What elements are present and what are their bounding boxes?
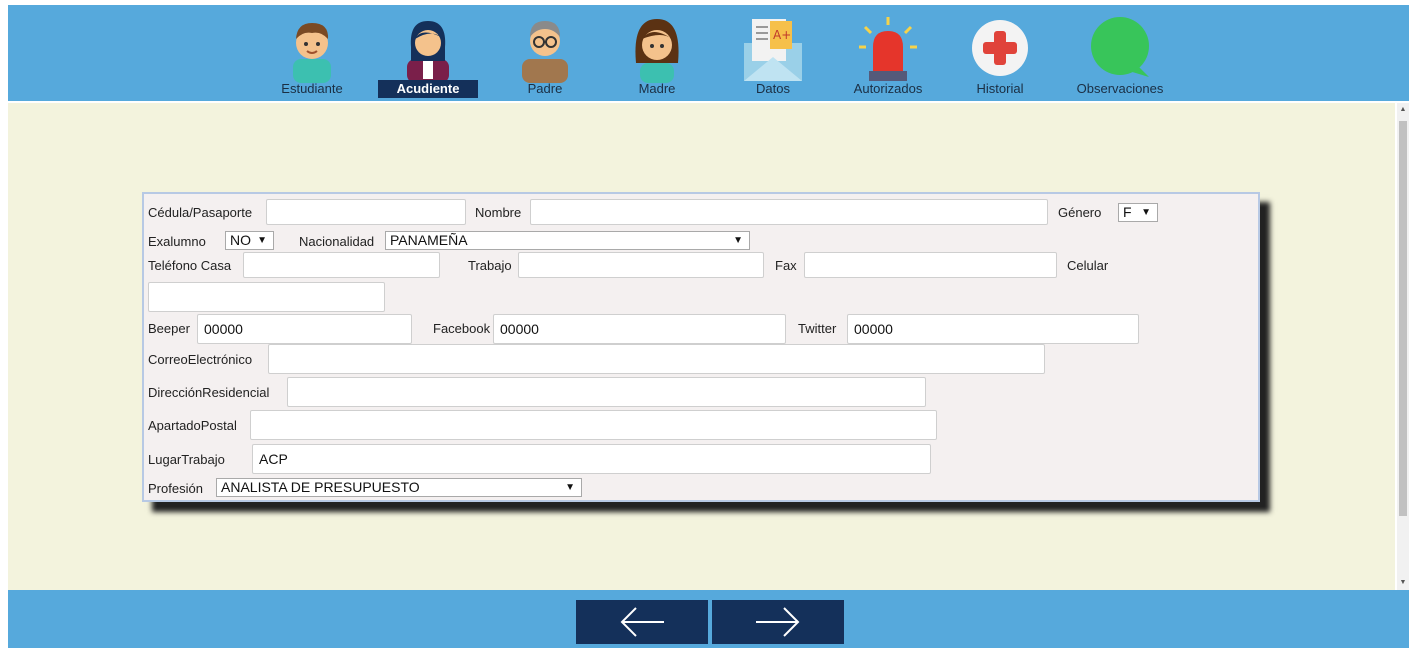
chevron-down-icon: ▼ bbox=[257, 235, 267, 246]
tab-observaciones[interactable]: Observaciones bbox=[1068, 5, 1172, 101]
direccion-label: DirecciónResidencial bbox=[148, 385, 270, 400]
correo-input[interactable] bbox=[268, 344, 1045, 374]
alarm-siren-icon bbox=[859, 17, 917, 81]
nacionalidad-select[interactable]: PANAMEÑA ▼ bbox=[385, 231, 750, 250]
direccion-input[interactable] bbox=[287, 377, 926, 407]
beeper-label: Beeper bbox=[148, 321, 190, 336]
previous-button[interactable] bbox=[576, 600, 708, 644]
genero-value: F bbox=[1123, 204, 1132, 220]
celular-label: Celular bbox=[1067, 258, 1109, 273]
twitter-input[interactable]: 00000 bbox=[847, 314, 1139, 344]
nacionalidad-value: PANAMEÑA bbox=[390, 232, 468, 248]
tab-label: Acudiente bbox=[378, 80, 478, 98]
nombre-input[interactable] bbox=[530, 199, 1048, 225]
nacionalidad-label: Nacionalidad bbox=[299, 234, 375, 249]
guardian-woman-icon bbox=[407, 21, 449, 83]
scroll-down-arrow-icon[interactable]: ▼ bbox=[1397, 578, 1409, 588]
tab-label: Historial bbox=[976, 81, 1024, 96]
trabajo-input[interactable] bbox=[518, 252, 764, 278]
profesion-label: Profesión bbox=[148, 481, 203, 496]
bottom-navigation-bar bbox=[8, 590, 1409, 648]
facebook-label: Facebook bbox=[433, 321, 491, 336]
scroll-up-arrow-icon[interactable]: ▲ bbox=[1397, 105, 1409, 115]
tab-padre[interactable]: Padre bbox=[508, 5, 582, 101]
exalumno-value: NO bbox=[230, 232, 251, 248]
arrow-right-icon bbox=[756, 607, 800, 637]
tab-label: Madre bbox=[638, 81, 676, 96]
student-boy-icon bbox=[293, 23, 331, 83]
envelope-grade-icon: A+ bbox=[744, 19, 802, 81]
scroll-thumb[interactable] bbox=[1399, 121, 1407, 516]
tab-autorizados[interactable]: Autorizados bbox=[844, 5, 932, 101]
celular-input[interactable] bbox=[148, 282, 385, 312]
apartado-label: ApartadoPostal bbox=[148, 418, 237, 433]
genero-label: Género bbox=[1058, 205, 1102, 220]
chevron-down-icon: ▼ bbox=[1141, 207, 1151, 218]
twitter-label: Twitter bbox=[798, 321, 837, 336]
exalumno-select[interactable]: NO ▼ bbox=[225, 231, 274, 250]
father-icon bbox=[522, 21, 568, 83]
chevron-down-icon: ▼ bbox=[733, 235, 743, 246]
tab-historial[interactable]: Historial bbox=[963, 5, 1037, 101]
mother-icon bbox=[635, 19, 679, 83]
speech-bubble-icon bbox=[1091, 17, 1149, 77]
guardian-form-panel: Cédula/Pasaporte Nombre Género F ▼ Exalu… bbox=[142, 192, 1260, 502]
profesion-value: ANALISTA DE PRESUPUESTO bbox=[221, 479, 420, 495]
tab-label: Padre bbox=[527, 81, 563, 96]
chevron-down-icon: ▼ bbox=[565, 482, 575, 493]
fax-label: Fax bbox=[775, 258, 797, 273]
tab-label: Observaciones bbox=[1076, 81, 1164, 96]
nombre-label: Nombre bbox=[475, 205, 522, 220]
tab-estudiante[interactable]: Estudiante bbox=[270, 5, 354, 101]
trabajo-label: Trabajo bbox=[468, 258, 512, 273]
tab-label: Autorizados bbox=[853, 81, 923, 96]
svg-text:A+: A+ bbox=[773, 28, 791, 42]
tab-label: Estudiante bbox=[281, 81, 343, 96]
next-button[interactable] bbox=[712, 600, 844, 644]
fax-input[interactable] bbox=[804, 252, 1057, 278]
tab-label: Datos bbox=[756, 81, 790, 96]
tab-datos[interactable]: A+ Datos bbox=[736, 5, 810, 101]
cedula-input[interactable] bbox=[266, 199, 466, 225]
vertical-scrollbar[interactable]: ▲ ▼ bbox=[1397, 103, 1409, 590]
lugar-trabajo-label: LugarTrabajo bbox=[148, 452, 225, 467]
medical-cross-icon bbox=[972, 20, 1028, 76]
telefono-casa-input[interactable] bbox=[243, 252, 440, 278]
tab-acudiente[interactable]: Acudiente bbox=[378, 5, 478, 101]
top-navigation-bar: Estudiante Acudiente Padre Madre A+ Dato… bbox=[8, 5, 1409, 101]
profesion-select[interactable]: ANALISTA DE PRESUPUESTO ▼ bbox=[216, 478, 582, 497]
telefono-casa-label: Teléfono Casa bbox=[148, 258, 232, 273]
cedula-label: Cédula/Pasaporte bbox=[148, 205, 253, 220]
exalumno-label: Exalumno bbox=[148, 234, 206, 249]
tab-madre[interactable]: Madre bbox=[620, 5, 694, 101]
arrow-left-icon bbox=[620, 607, 664, 637]
facebook-input[interactable]: 00000 bbox=[493, 314, 786, 344]
correo-label: CorreoElectrónico bbox=[148, 352, 253, 367]
lugar-trabajo-input[interactable]: ACP bbox=[252, 444, 931, 474]
apartado-input[interactable] bbox=[250, 410, 937, 440]
beeper-input[interactable]: 00000 bbox=[197, 314, 412, 344]
genero-select[interactable]: F ▼ bbox=[1118, 203, 1158, 222]
